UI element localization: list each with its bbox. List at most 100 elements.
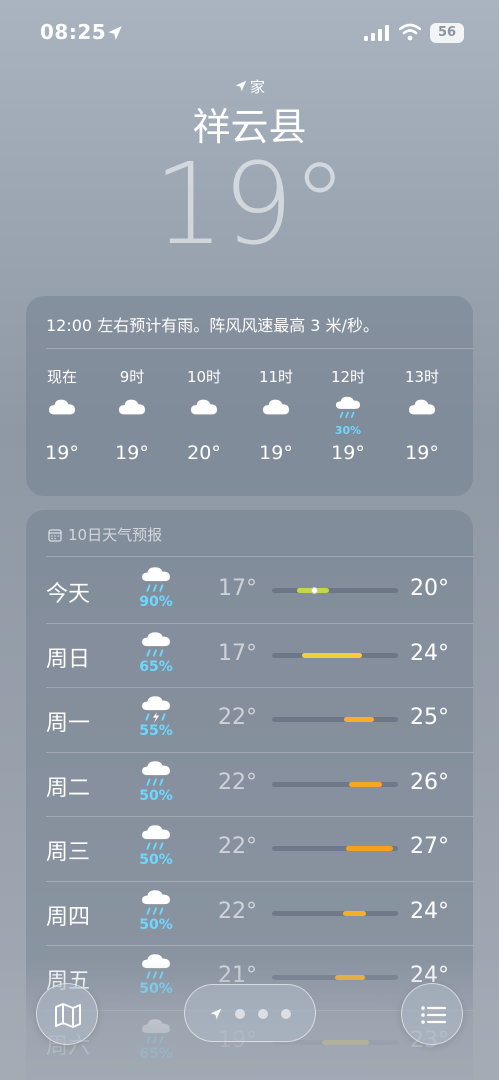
weather-icon-wrap [138,887,174,917]
high-temperature: 20° [410,576,449,601]
hour-label: 12时 [330,368,366,386]
hour-temperature: 19° [259,442,293,464]
divider [46,556,473,557]
cloud-rain-icon [142,567,170,592]
hour-temperature: 19° [45,442,79,464]
high-temperature: 25° [410,705,449,730]
hourly-item: 9时 19° [96,366,168,464]
cloud-icon [191,399,217,415]
temperature-range-bar [272,910,398,916]
daily-row[interactable]: 周二 50% 22° 26° [26,751,473,816]
temperature-range-fill [349,781,382,787]
hourly-item: 12时 30% 19° [312,366,384,464]
temperature-range-bar [272,717,398,722]
cloud-rain-icon [335,396,361,419]
day-label: 周日 [46,646,91,672]
location-arrow-icon [210,1008,222,1020]
day-label: 周二 [46,775,91,801]
daily-row[interactable]: 周四 50% 22° 24° [26,880,473,945]
hourly-forecast-card[interactable]: 12:00 左右预计有雨。阵风风速最高 3 米/秒。 现在 19° 9时 19° 10时… [26,296,473,496]
status-bar: 08:25 56 [0,0,499,64]
city-list-button[interactable] [401,983,463,1045]
cloud-icon [119,399,145,415]
precip-chance: 50% [139,916,173,933]
cellular-signal-icon [364,25,389,41]
hourly-item: 13时 19° [386,366,458,464]
hour-icon-wrap [96,388,168,442]
low-temperature: 22° [218,898,257,924]
location-label: 家 [0,76,499,97]
divider [46,348,473,349]
temperature-range-fill [346,846,393,851]
weather-icon-wrap [138,822,174,852]
weather-icon-wrap [138,629,174,659]
cloud-icon [409,399,435,415]
daily-row[interactable]: 周日 65% 17° 24° [26,622,473,687]
high-temperature: 24° [410,898,449,924]
temperature-range-bar [272,846,398,851]
low-temperature: 22° [218,834,257,859]
cloud-rain-icon [142,760,170,786]
temperature-range-bar [272,587,398,594]
map-icon [55,1003,81,1028]
hour-temperature: 19° [331,442,365,464]
precip-chance: 55% [139,723,173,739]
weather-icon-wrap [138,758,174,788]
location-arrow-icon [108,26,122,40]
page-dot [281,1009,291,1019]
precip-chance: 65% [139,658,173,675]
hour-label: 现在 [46,368,77,386]
divider [46,622,473,624]
daily-forecast-title: 10日天气预报 [68,526,163,544]
forecast-summary: 12:00 左右预计有雨。阵风风速最高 3 米/秒。 [46,316,379,335]
daily-row[interactable]: 周一 55% 22° 25° [26,687,473,751]
cloud-icon [263,399,289,415]
daily-forecast-header: 10日天气预报 [48,524,162,545]
low-temperature: 22° [218,769,257,795]
map-button[interactable] [36,983,98,1045]
temperature-range-fill [343,910,366,916]
list-icon [421,1006,447,1024]
battery-indicator: 56 [430,23,464,43]
day-label: 今天 [46,582,91,607]
calendar-icon [48,529,62,542]
hour-temperature: 20° [187,442,221,464]
precip-chance: 30% [334,424,362,437]
low-temperature: 17° [218,640,257,666]
hour-icon-wrap: 30% [312,388,384,442]
divider [46,751,473,753]
temperature-range-bar [272,781,398,787]
page-dot [258,1009,268,1019]
cloud-bolt-rain-icon [142,696,170,723]
hourly-list[interactable]: 现在 19° 9时 19° 10时 20° 11时 19° 12时 30% 19° 13时 19° [26,366,473,486]
hour-icon-wrap [386,388,458,442]
precip-chance: 50% [139,852,173,868]
daily-row[interactable]: 今天 90% 17° 20° [26,558,473,622]
precip-chance: 90% [139,594,173,610]
location-arrow-icon [235,80,247,92]
divider [46,880,473,882]
hour-label: 9时 [119,368,145,386]
page-indicator[interactable] [184,984,316,1042]
high-temperature: 27° [410,834,449,859]
current-temp-marker [311,587,318,594]
divider [46,816,473,817]
daily-row[interactable]: 周三 50% 22° 27° [26,816,473,880]
hourly-item: 11时 19° [240,366,312,464]
wifi-icon [399,23,421,41]
status-time: 08:25 [40,20,107,44]
weather-icon-wrap [138,693,174,723]
hourly-item: 10时 20° [168,366,240,464]
day-label: 周四 [46,904,91,930]
day-label: 周三 [46,840,91,865]
current-temperature: 19° [153,140,348,270]
cloud-rain-icon [142,889,170,915]
temperature-range-fill [344,717,374,722]
cloud-icon [49,399,75,415]
hour-temperature: 19° [115,442,149,464]
low-temperature: 22° [218,705,257,730]
hour-label: 10时 [186,368,222,386]
weather-icon-wrap [138,564,174,594]
hour-icon-wrap [26,388,98,442]
divider [46,945,473,946]
